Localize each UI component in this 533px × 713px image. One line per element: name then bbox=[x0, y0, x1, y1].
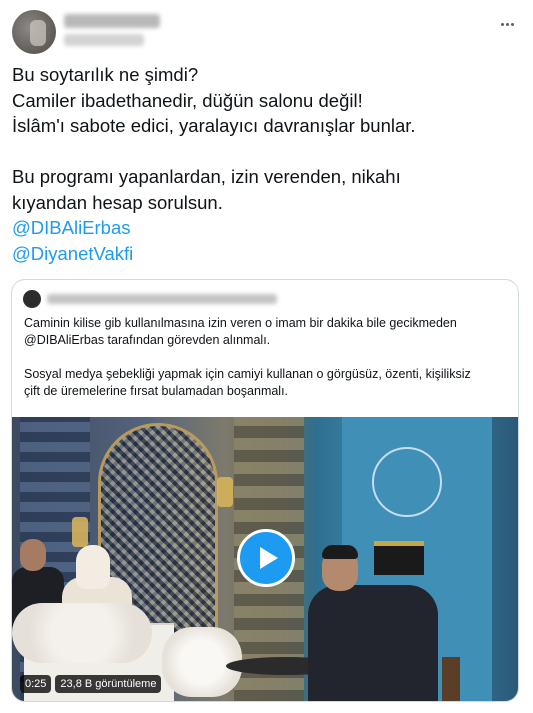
quote-blank-line bbox=[24, 349, 506, 366]
author-handle-redacted[interactable] bbox=[64, 34, 144, 46]
imam-figure bbox=[308, 585, 438, 701]
chair bbox=[442, 657, 460, 701]
quote-line: çift de üremelerine fırsat bulamadan boş… bbox=[24, 384, 289, 398]
author-name-redacted[interactable] bbox=[64, 14, 160, 28]
quote-line: @DIBAliErbas tarafından görevden alınmal… bbox=[24, 333, 271, 347]
calligraphy-medallion bbox=[372, 447, 442, 517]
quote-line: Sosyal medya şebekliği yapmak için camiy… bbox=[24, 367, 471, 381]
flowers bbox=[12, 603, 152, 663]
tweet-line: Bu programı yapanlardan, izin verenden, … bbox=[12, 166, 401, 187]
imam-hair bbox=[322, 545, 358, 559]
bride-head bbox=[76, 545, 110, 589]
lamp bbox=[217, 477, 233, 507]
more-horizontal-icon[interactable] bbox=[497, 14, 517, 34]
quoted-author-avatar[interactable] bbox=[23, 290, 41, 308]
quoted-tweet-body: Caminin kilise gib kullanılmasına izin v… bbox=[24, 315, 506, 400]
groom-head bbox=[20, 539, 46, 571]
video-views: 23,8 B görüntüleme bbox=[55, 675, 162, 693]
quoted-author-name-redacted[interactable] bbox=[47, 294, 277, 304]
lamp bbox=[72, 517, 88, 547]
video-duration: 0:25 bbox=[20, 675, 52, 693]
play-icon[interactable] bbox=[237, 529, 295, 587]
quote-line: Caminin kilise gib kullanılmasına izin v… bbox=[24, 316, 457, 330]
tweet-line: İslâm'ı sabote edici, yaralayıcı davranı… bbox=[12, 115, 416, 136]
tweet-line: Bu soytarılık ne şimdi? bbox=[12, 64, 199, 85]
kaaba-picture bbox=[374, 541, 424, 575]
quoted-tweet-header bbox=[23, 290, 323, 308]
tweet-header bbox=[12, 8, 521, 56]
tweet-body: Bu soytarılık ne şimdi? Camiler ibadetha… bbox=[12, 62, 519, 266]
author-avatar[interactable] bbox=[12, 10, 56, 54]
tweet-line: kıyandan hesap sorulsun. bbox=[12, 191, 223, 213]
mention-link[interactable]: @DIBAliErbas bbox=[12, 215, 519, 241]
mention-link[interactable]: @DiyanetVakfi bbox=[12, 241, 519, 267]
quoted-tweet[interactable]: Caminin kilise gib kullanılmasına izin v… bbox=[11, 279, 519, 702]
tweet-line: Camiler ibadethanedir, düğün salonu deği… bbox=[12, 89, 363, 111]
video-player[interactable]: 0:25 23,8 B görüntüleme bbox=[12, 417, 518, 701]
video-badges: 0:25 23,8 B görüntüleme bbox=[20, 675, 162, 693]
